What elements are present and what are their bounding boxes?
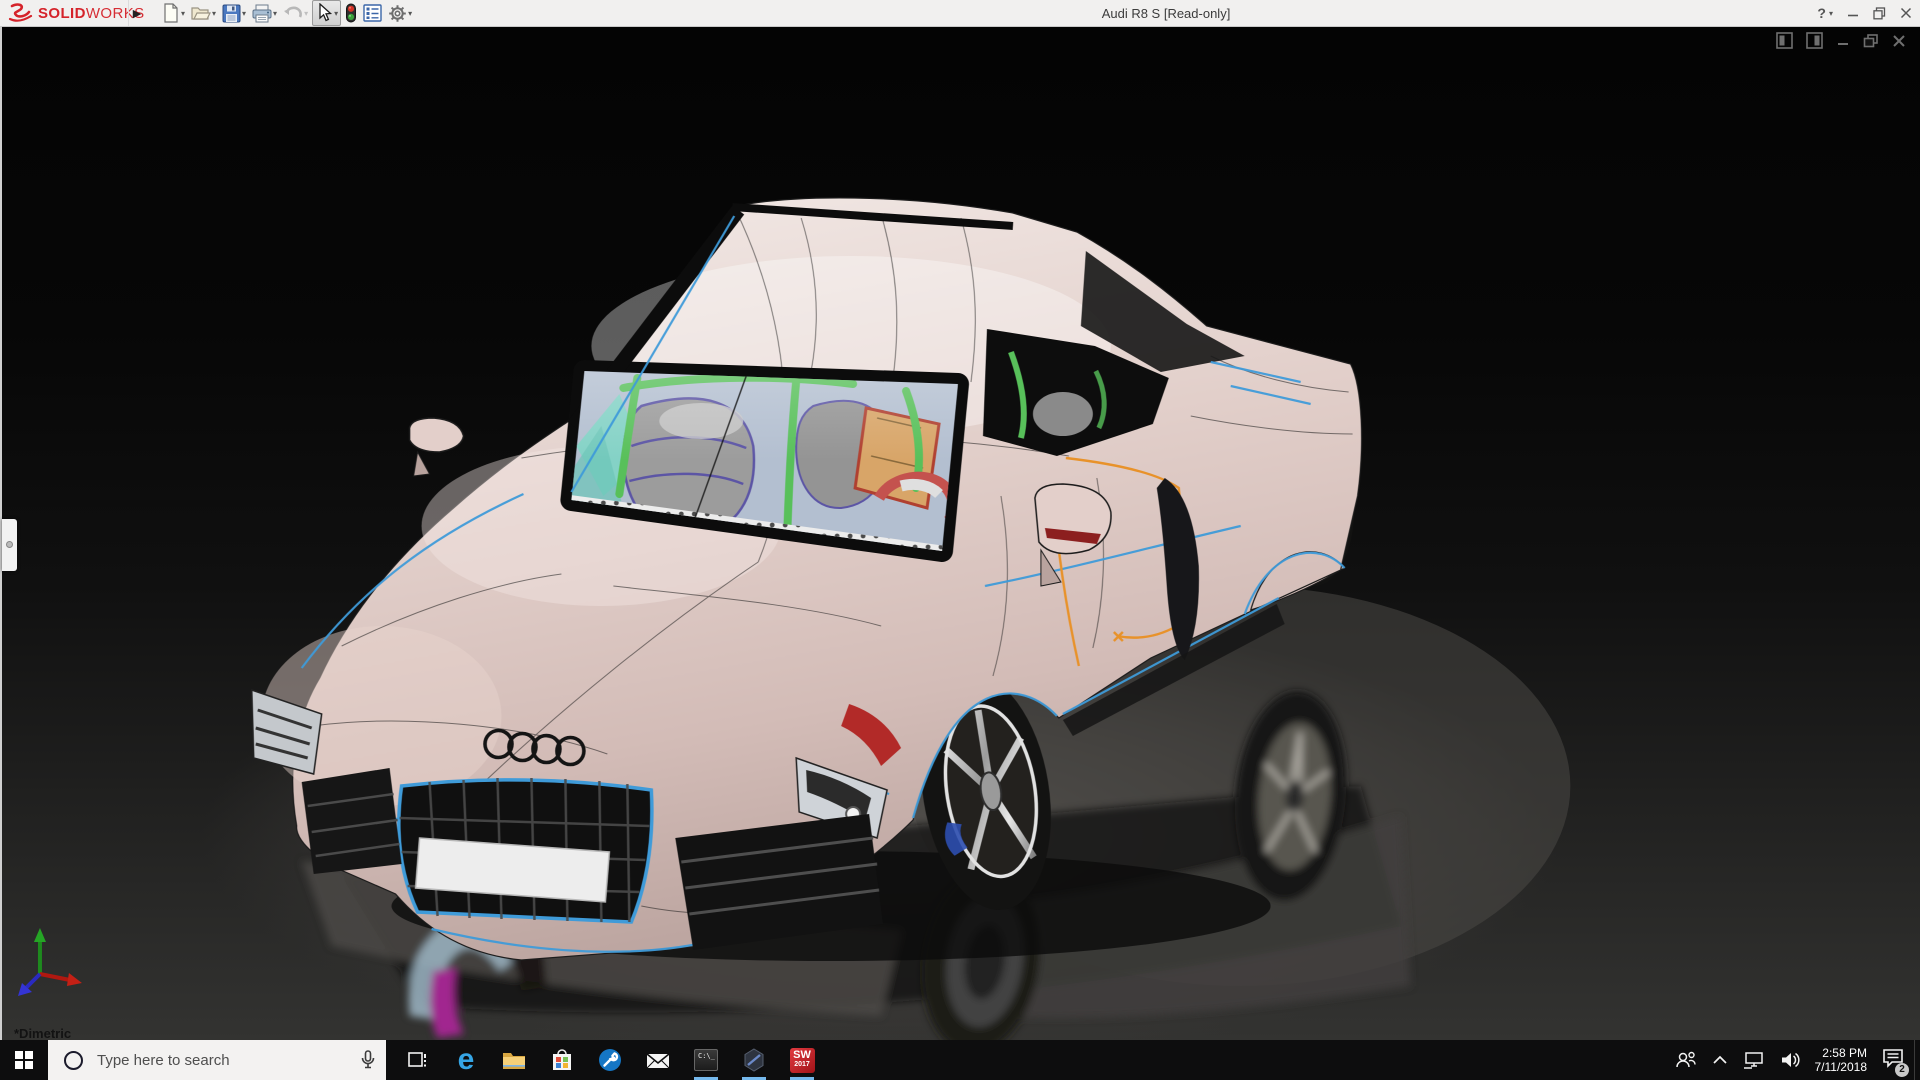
open-button[interactable]: ▾ [189, 1, 218, 25]
dropdown-arrow[interactable]: ▾ [408, 9, 412, 18]
options-button[interactable]: ▾ [386, 1, 414, 25]
select-cursor-icon [319, 3, 333, 22]
start-button[interactable] [0, 1040, 48, 1080]
close-icon [1900, 7, 1912, 19]
microphone-icon[interactable] [360, 1050, 376, 1070]
hexagon-app-button[interactable] [730, 1040, 778, 1080]
solidworks-logo-icon [8, 3, 33, 22]
app-titlebar: SOLIDWORKS ▶ ▾ ▾ ▾ ▾ ▾ ▾ ▾ Audi R8 S [Re… [0, 0, 1920, 27]
settings-wrench-button[interactable] [586, 1040, 634, 1080]
notification-badge: 2 [1895, 1062, 1909, 1077]
new-document-icon [164, 3, 178, 23]
command-prompt-icon: C:\_ [694, 1049, 718, 1071]
close-button[interactable] [1900, 7, 1912, 19]
people-icon[interactable] [1675, 1050, 1697, 1070]
reference-triad [17, 928, 82, 996]
edge-button[interactable]: e [442, 1040, 490, 1080]
front-grille[interactable] [397, 777, 654, 924]
feature-panel-tab[interactable] [2, 519, 17, 571]
search-placeholder: Type here to search [97, 1051, 230, 1069]
edge-icon: e [457, 1043, 475, 1076]
windows-taskbar: Type here to search e C:\_ SW 2017 2:58 … [0, 1040, 1920, 1080]
task-view-button[interactable] [394, 1040, 442, 1080]
wrench-circle-icon [599, 1049, 621, 1071]
dropdown-arrow[interactable]: ▾ [304, 9, 308, 18]
dropdown-arrow[interactable]: ▾ [334, 9, 338, 18]
solidworks-logo: SOLIDWORKS [8, 0, 145, 26]
restore-button[interactable] [1873, 6, 1886, 20]
minimize-icon [1848, 14, 1858, 17]
pane-toggle-left-icon[interactable] [1776, 32, 1793, 49]
microsoft-store-icon [553, 1049, 571, 1070]
x-axis-arrow [66, 973, 82, 986]
action-center-button[interactable]: 2 [1882, 1048, 1909, 1077]
restore-icon [1873, 6, 1886, 19]
document-window-controls [1776, 32, 1906, 49]
dropdown-arrow[interactable]: ▾ [273, 9, 277, 18]
display-manager-icon [363, 4, 382, 22]
car-3d-model[interactable] [2, 26, 1920, 1040]
pane-toggle-right-icon[interactable] [1806, 32, 1823, 49]
volume-icon[interactable] [1780, 1051, 1800, 1069]
show-desktop-button[interactable] [1914, 1040, 1920, 1080]
file-explorer-icon [503, 1053, 525, 1069]
solidworks-app-icon: SW 2017 [789, 1047, 815, 1073]
print-button[interactable]: ▾ [250, 1, 279, 25]
cortana-icon [64, 1050, 83, 1070]
tray-chevron-up-icon[interactable] [1712, 1055, 1728, 1065]
mail-button[interactable] [634, 1040, 682, 1080]
gear-icon [389, 4, 406, 22]
file-explorer-button[interactable] [490, 1040, 538, 1080]
save-button[interactable]: ▾ [220, 1, 248, 25]
tray-time: 2:58 PM [1822, 1046, 1867, 1060]
dropdown-arrow[interactable]: ▾ [242, 9, 246, 18]
taskbar-search-input[interactable]: Type here to search [48, 1040, 386, 1080]
hexagon-app-icon [744, 1048, 764, 1072]
window-controls: ? ▾ [1817, 0, 1912, 26]
panel-tab-knob [6, 541, 13, 548]
graphics-viewport[interactable]: *Dimetric [0, 26, 1920, 1041]
menu-expander-arrow[interactable]: ▶ [128, 0, 145, 26]
window-title: Audi R8 S [Read-only] [1101, 5, 1231, 21]
display-manager-button[interactable] [361, 1, 384, 25]
mail-icon [646, 1053, 670, 1069]
new-document-button[interactable]: ▾ [160, 1, 187, 25]
doc-close-icon[interactable] [1892, 34, 1906, 48]
dropdown-arrow[interactable]: ▾ [181, 9, 185, 18]
print-icon [252, 4, 272, 22]
left-intake[interactable] [301, 768, 402, 874]
left-mirror[interactable] [408, 417, 465, 477]
command-prompt-button[interactable]: C:\_ [682, 1040, 730, 1080]
doc-minimize-icon[interactable] [1836, 34, 1850, 48]
stoplight-icon [346, 3, 357, 23]
minimize-button[interactable] [1847, 7, 1859, 19]
solidworks-2017-button[interactable]: SW 2017 [778, 1040, 826, 1080]
main-toolbar: ▾ ▾ ▾ ▾ ▾ ▾ ▾ [160, 0, 414, 26]
help-button[interactable]: ? ▾ [1817, 5, 1833, 21]
tray-date: 7/11/2018 [1814, 1060, 1868, 1074]
doc-restore-icon[interactable] [1863, 33, 1879, 48]
y-axis-arrow [33, 928, 46, 942]
dropdown-arrow[interactable]: ▾ [212, 9, 216, 18]
taskbar-app-icons: e C:\_ SW 2017 [394, 1040, 826, 1080]
open-folder-icon [191, 7, 211, 20]
view-orientation-label: *Dimetric [14, 1026, 72, 1041]
microsoft-store-button[interactable] [538, 1040, 586, 1080]
windows-logo-icon [15, 1051, 33, 1069]
rebuild-stoplight-button[interactable] [343, 1, 359, 25]
network-icon[interactable] [1743, 1051, 1765, 1069]
undo-button[interactable]: ▾ [281, 1, 310, 25]
undo-icon [284, 6, 303, 18]
select-tool-button[interactable]: ▾ [312, 0, 342, 26]
save-floppy-icon [222, 4, 241, 22]
tray-clock[interactable]: 2:58 PM 7/11/2018 [1815, 1046, 1868, 1074]
task-view-icon [408, 1052, 426, 1067]
system-tray: 2:58 PM 7/11/2018 2 [1675, 1040, 1915, 1080]
